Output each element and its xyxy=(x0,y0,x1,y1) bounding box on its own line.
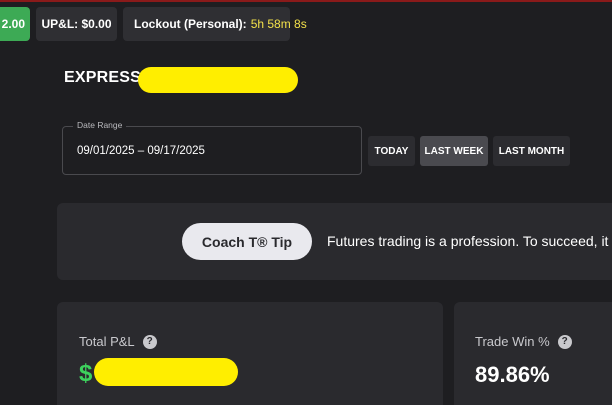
trade-win-card xyxy=(454,302,612,405)
lockout-timer: 5h 58m 8s xyxy=(250,17,307,31)
lockout-chip[interactable]: Lockout (Personal): 5h 58m 8s xyxy=(123,7,307,41)
date-range-field[interactable]: Date Range 09/01/2025 – 09/17/2025 xyxy=(62,120,362,175)
pnl-value-redaction xyxy=(94,358,238,386)
total-pnl-card xyxy=(57,302,443,405)
coach-tip-button[interactable]: Coach T® Tip xyxy=(182,223,312,260)
date-range-legend: Date Range xyxy=(73,120,127,130)
account-name-redaction xyxy=(138,67,298,93)
account-title: EXPRESS- xyxy=(64,69,147,86)
date-range-value: 09/01/2025 – 09/17/2025 xyxy=(77,145,205,157)
total-pnl-label: Total P&L ? xyxy=(79,334,157,349)
last-month-button[interactable]: LAST MONTH xyxy=(493,136,570,166)
upnl-label: UP&L: $0.00 xyxy=(41,17,112,31)
trade-win-value: 89.86% xyxy=(475,362,550,387)
balance-chip-label: 2.00 xyxy=(1,17,25,31)
today-button[interactable]: TODAY xyxy=(368,136,415,166)
coach-tip-text: Futures trading is a profession. To succ… xyxy=(327,233,612,249)
trade-win-label-text: Trade Win % xyxy=(475,334,550,349)
help-icon[interactable]: ? xyxy=(557,334,572,349)
balance-chip[interactable]: 2.00 xyxy=(0,7,30,41)
lockout-label: Lockout (Personal): xyxy=(134,17,247,31)
last-week-button[interactable]: LAST WEEK xyxy=(420,136,488,166)
top-border xyxy=(0,0,612,2)
upnl-chip[interactable]: UP&L: $0.00 xyxy=(36,7,117,41)
trade-win-label: Trade Win % ? xyxy=(475,334,572,349)
help-icon[interactable]: ? xyxy=(142,334,157,349)
total-pnl-label-text: Total P&L xyxy=(79,334,135,349)
total-pnl-value: $ xyxy=(79,360,93,387)
